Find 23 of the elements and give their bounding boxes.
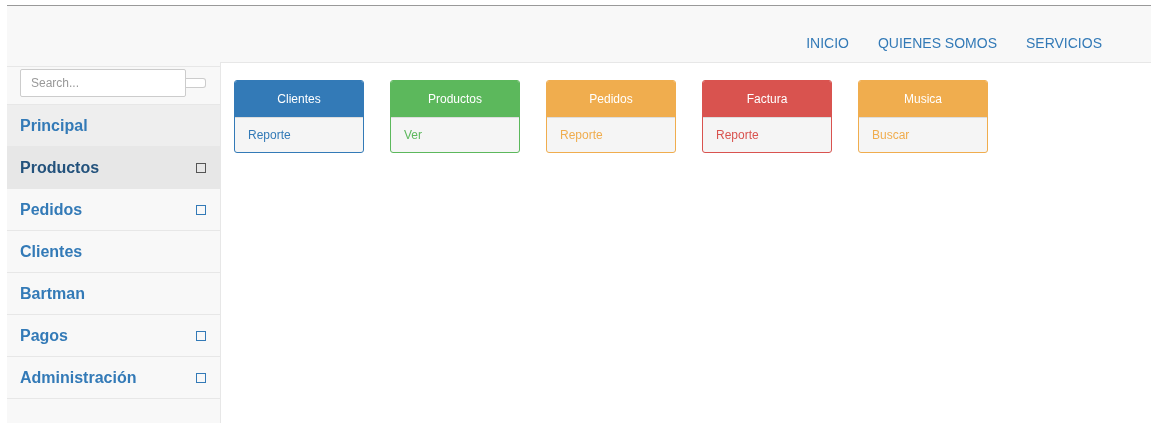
card-header: Pedidos xyxy=(547,81,675,117)
card-link[interactable]: Ver xyxy=(391,117,519,152)
sidebar-item-label: Principal xyxy=(20,116,88,135)
sidebar-item-label: Clientes xyxy=(20,242,83,261)
card-link[interactable]: Reporte xyxy=(235,117,363,152)
card-header: Clientes xyxy=(235,81,363,117)
sidebar-item-label: Pagos xyxy=(20,326,68,345)
nav-link[interactable]: QUIENES SOMOS xyxy=(877,35,997,51)
sidebar-item[interactable]: Administración xyxy=(7,356,220,399)
card-header: Factura xyxy=(703,81,831,117)
card-header: Musica xyxy=(859,81,987,117)
sidebar-item-label: Bartman xyxy=(20,284,85,303)
sidebar-item-label: Administración xyxy=(20,368,137,387)
sidebar-item[interactable]: Principal xyxy=(7,104,220,146)
nav-link[interactable]: SERVICIOS xyxy=(1026,35,1102,51)
nav-link[interactable]: INICIO xyxy=(806,35,849,51)
sidebar-item-label: Productos xyxy=(20,158,100,177)
sidebar-item[interactable]: Productos xyxy=(7,146,220,188)
search-field[interactable]: Search... xyxy=(20,69,186,97)
card-header: Productos xyxy=(391,81,519,117)
search-button[interactable] xyxy=(186,78,206,88)
card-link[interactable]: Reporte xyxy=(703,117,831,152)
sidebar-item-label: Pedidos xyxy=(20,200,83,219)
